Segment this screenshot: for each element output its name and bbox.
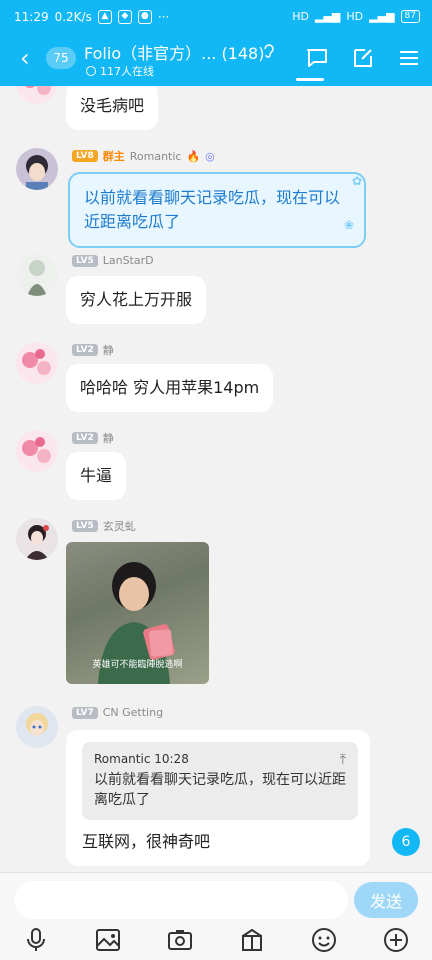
back-chevron-icon[interactable]: ‹ [20, 46, 30, 70]
send-button[interactable]: 发送 [354, 882, 418, 918]
app-notification-icon: ▲ [97, 10, 112, 24]
sender-meta: LV2 静 [72, 430, 114, 446]
sender-name[interactable]: CN Getting [103, 706, 163, 719]
level-badge: LV2 [72, 344, 98, 356]
reply-text: 互联网，很神奇吧 [82, 832, 211, 851]
plus-icon[interactable] [381, 925, 411, 955]
signal2-icon: ▂▄▆ [369, 10, 395, 23]
mic-icon[interactable] [21, 925, 51, 955]
hd-icon: HD [292, 10, 310, 23]
avatar[interactable] [16, 342, 58, 384]
camera-icon[interactable] [165, 925, 195, 955]
level-badge: LV5 [72, 520, 98, 532]
sender-name[interactable]: LanStarD [103, 254, 154, 267]
sender-meta: LV5 LanStarD [72, 254, 154, 267]
level-badge: LV7 [72, 706, 98, 719]
network-speed: 0.2K/s [54, 10, 92, 24]
chat-area[interactable]: 没毛病吧 LV8 群主 Romantic 🔥 ◎ 以前就看看聊天记录吃瓜，现在可… [0, 86, 432, 872]
fire-badge-icon: 🔥 [186, 149, 201, 163]
sender-name[interactable]: Romantic [130, 150, 182, 163]
level-badge: LV8 [72, 150, 98, 162]
edit-icon[interactable] [340, 40, 386, 76]
chat-tab-icon[interactable] [294, 40, 340, 76]
message-input[interactable] [14, 881, 348, 919]
avatar[interactable] [16, 518, 58, 560]
sender-name[interactable]: 静 [103, 430, 114, 446]
app2-notification-icon: ● [137, 10, 152, 24]
shield-notification-icon: ◆ [117, 10, 132, 24]
group-title[interactable]: Folio（非官方）... (148) [84, 40, 264, 64]
sender-meta: LV8 群主 Romantic 🔥 ◎ [72, 148, 215, 164]
bubble-decoration-icon: ✿ [352, 174, 363, 188]
online-count: 117人在线 [86, 63, 154, 79]
sender-meta: LV7 CN Getting [72, 706, 163, 719]
avatar[interactable] [16, 254, 58, 296]
sender-name[interactable]: 静 [103, 342, 114, 358]
header-actions [294, 40, 432, 76]
message-bubble[interactable]: 哈哈哈 穷人用苹果14pm [66, 364, 274, 412]
input-toolbar [0, 925, 432, 955]
quote-header: Romantic 10:28 [94, 752, 189, 766]
gift-icon[interactable] [237, 925, 267, 955]
sender-meta: LV5 玄灵虬 [72, 518, 136, 534]
active-tab-indicator [296, 78, 324, 81]
emoji-icon[interactable] [309, 925, 339, 955]
message-text: 以前就看看聊天记录吃瓜，现在可以近距离吃瓜了 [84, 188, 341, 231]
online-clock-icon [86, 66, 96, 76]
status-bar-left: 11:29 0.2K/s ▲ ◆ ● ··· [14, 10, 169, 24]
avatar[interactable] [16, 430, 58, 472]
earpiece-mode-icon[interactable] [262, 42, 276, 64]
image-message[interactable]: 英雄可不能臨陣脫逃啊 [66, 542, 209, 684]
message-bubble[interactable]: 牛逼 [66, 452, 127, 500]
sender-meta: LV2 静 [72, 342, 114, 358]
hd2-icon: HD [346, 10, 364, 23]
more-notifications-icon: ··· [157, 10, 170, 24]
avatar[interactable] [16, 706, 58, 748]
bubble-decoration-icon: ❀ [344, 218, 355, 232]
quote-text: 以前就看看聊天记录吃瓜，现在可以近距离吃瓜了 [94, 772, 346, 808]
image-caption: 英雄可不能臨陣脫逃啊 [92, 660, 183, 670]
unread-count-badge[interactable]: 75 [46, 47, 76, 69]
status-time: 11:29 [14, 10, 49, 24]
avatar[interactable] [16, 86, 58, 104]
menu-icon[interactable] [386, 40, 432, 76]
jump-to-top-icon[interactable]: ⤒ [340, 752, 346, 768]
top-bar: 11:29 0.2K/s ▲ ◆ ● ··· HD ▂▄▆ HD ▂▄▆ 87 … [0, 0, 432, 86]
spiral-badge-icon: ◎ [205, 149, 215, 163]
owner-tag: 群主 [102, 150, 125, 163]
input-area: 发送 [0, 872, 432, 960]
level-badge: LV2 [72, 432, 98, 444]
status-bar-right: HD ▂▄▆ HD ▂▄▆ 87 [292, 10, 420, 23]
message-bubble-fancy[interactable]: 以前就看看聊天记录吃瓜，现在可以近距离吃瓜了 [68, 172, 366, 248]
message-bubble[interactable]: 没毛病吧 [66, 86, 159, 130]
message-bubble[interactable]: 穷人花上万开服 [66, 276, 207, 324]
avatar[interactable] [16, 148, 58, 190]
quoted-message[interactable]: Romantic 10:28 以前就看看聊天记录吃瓜，现在可以近距离吃瓜了 ⤒ [82, 742, 358, 820]
new-messages-badge[interactable]: 6 [392, 828, 420, 856]
signal-icon: ▂▄▆ [315, 10, 341, 23]
sender-name[interactable]: 玄灵虬 [103, 518, 136, 534]
image-icon[interactable] [93, 925, 123, 955]
online-count-text: 117人在线 [100, 65, 154, 78]
battery-icon: 87 [400, 10, 420, 23]
level-badge: LV5 [72, 254, 98, 267]
